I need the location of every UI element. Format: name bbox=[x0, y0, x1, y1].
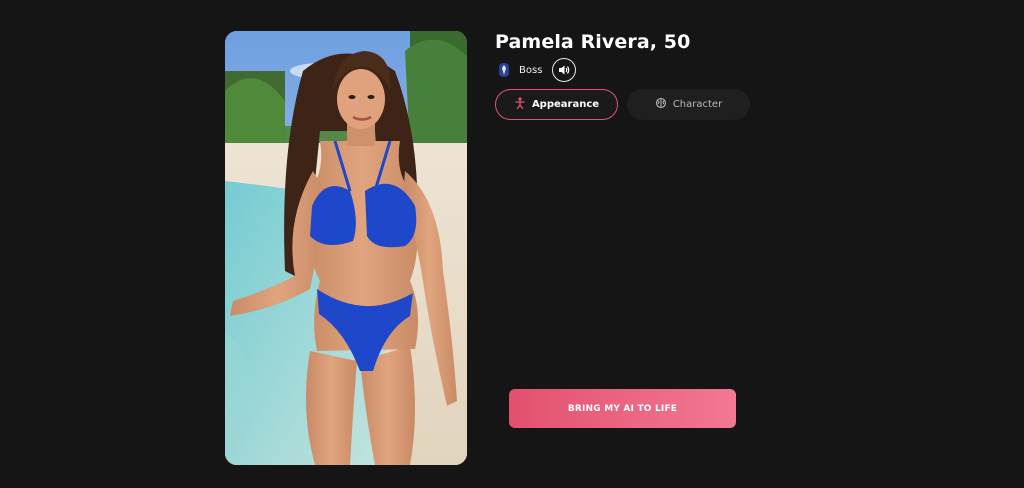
character-name-title: Pamela Rivera, 50 bbox=[495, 31, 691, 53]
brain-icon bbox=[655, 97, 667, 112]
tab-character-label: Character bbox=[672, 99, 723, 110]
play-voice-button[interactable] bbox=[552, 58, 577, 82]
tie-icon bbox=[495, 61, 513, 79]
character-photo bbox=[225, 31, 467, 465]
speaker-icon bbox=[558, 61, 570, 80]
tab-character[interactable]: Character bbox=[627, 89, 750, 120]
role-label: Boss bbox=[519, 64, 543, 76]
role-row: Boss bbox=[495, 58, 577, 82]
person-icon bbox=[514, 97, 526, 112]
tab-appearance-label: Appearance bbox=[531, 99, 600, 110]
bring-ai-to-life-button[interactable]: BRING MY AI TO LIFE bbox=[509, 389, 736, 428]
tab-appearance[interactable]: Appearance bbox=[495, 89, 618, 120]
